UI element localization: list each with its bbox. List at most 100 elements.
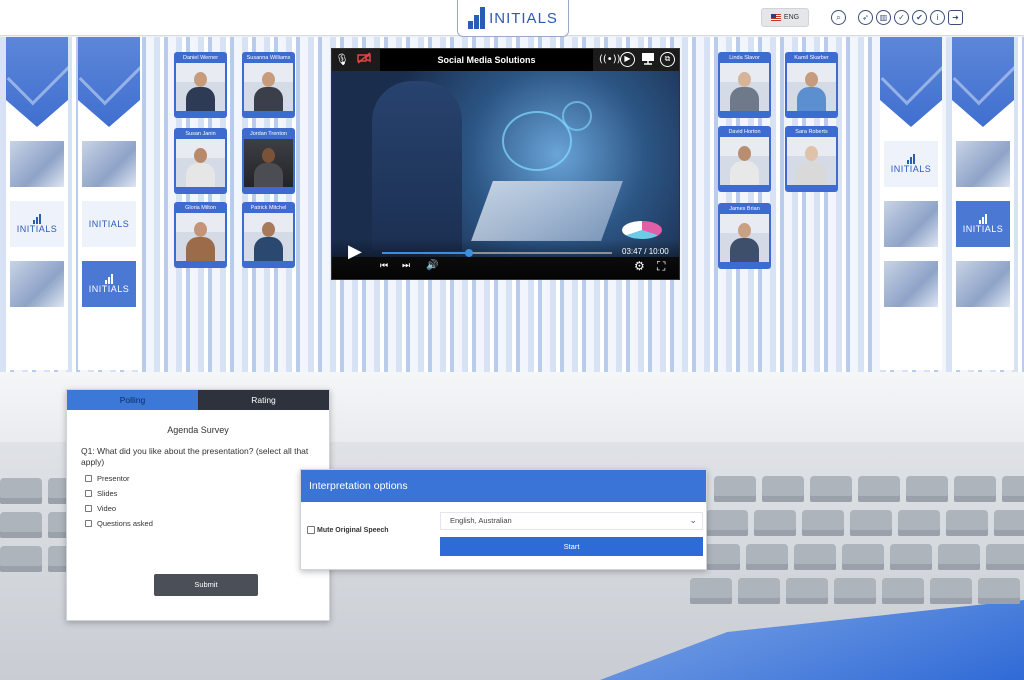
banner-image <box>10 141 64 187</box>
top-bar: INITIALS ENG ⌕ ➶ ▥ ✓ ✔ i ➜ <box>0 0 1024 37</box>
checkmark-icon[interactable]: ✓ <box>894 10 909 25</box>
search-icon[interactable]: ⌕ <box>831 10 846 25</box>
language-button[interactable]: ENG <box>761 8 809 27</box>
banner-image <box>884 201 938 247</box>
video-frame[interactable] <box>332 71 679 257</box>
participant-name: Daniel Werner <box>182 55 219 61</box>
settings-icon[interactable]: ⚙ <box>634 260 645 272</box>
participant-tile[interactable]: David Horton <box>718 126 771 192</box>
progress-bar[interactable] <box>382 249 612 257</box>
flag-icon <box>770 14 781 21</box>
participant-name: Susan Janin <box>185 131 216 137</box>
seat-row <box>690 578 1020 604</box>
logo-text: INITIALS <box>489 9 558 27</box>
language-select[interactable]: English, Australian ⌄ <box>440 512 703 530</box>
logout-icon[interactable]: ➜ <box>948 10 963 25</box>
banner-logo: INITIALS <box>956 201 1010 247</box>
navigate-icon[interactable]: ➶ <box>858 10 873 25</box>
copy-icon[interactable]: ⧉ <box>660 52 675 67</box>
participant-video <box>176 213 225 261</box>
participant-video <box>720 63 769 111</box>
poll-panel: Polling Rating Agenda Survey Q1: What di… <box>66 389 330 621</box>
poll-option[interactable]: Slides <box>85 489 329 498</box>
banner-image <box>10 261 64 307</box>
participant-tile[interactable]: Patrick Mitchel <box>242 202 295 268</box>
option-label: Slides <box>97 489 118 498</box>
volume-icon[interactable]: 🔊 <box>426 261 438 271</box>
play-button[interactable]: ▶ <box>348 243 362 261</box>
participant-tile[interactable]: James Brian <box>718 203 771 269</box>
stage-banner: INITIALS <box>880 37 942 370</box>
participant-tile[interactable]: Susan Janin <box>174 128 227 194</box>
interpretation-panel: Interpretation options Mute Original Spe… <box>300 469 707 570</box>
banner-image <box>884 261 938 307</box>
participant-tile[interactable]: Jordan Trenton <box>242 128 295 194</box>
app-logo[interactable]: INITIALS <box>457 0 569 37</box>
participant-tile[interactable]: Gloria Milton <box>174 202 227 268</box>
tab-rating[interactable]: Rating <box>198 390 329 410</box>
time-display: 03:47 / 10:00 <box>622 247 669 256</box>
poll-option[interactable]: Questions asked <box>85 519 329 528</box>
stage-banner: INITIALS <box>6 37 68 370</box>
fullscreen-icon[interactable]: ⛶ <box>657 260 665 272</box>
mute-checkbox[interactable] <box>307 526 315 534</box>
banner-logo: INITIALS <box>10 201 64 247</box>
checkbox[interactable] <box>85 520 92 527</box>
participant-video <box>244 213 293 261</box>
logo-icon <box>979 214 987 224</box>
skip-back-icon[interactable]: ⏮ <box>380 262 388 271</box>
seat-row <box>698 544 1024 570</box>
participant-tile[interactable]: Kamil Skarber <box>785 52 838 118</box>
play-circle-icon[interactable]: ▶ <box>620 52 635 67</box>
mute-label: Mute Original Speech <box>317 526 389 534</box>
progress-knob[interactable] <box>464 249 473 257</box>
video-player[interactable]: 🎙 Social Media Solutions ((•)) ▶ ⧉ ▶ 03:… <box>331 48 680 280</box>
participant-tile[interactable]: Sara Roberts <box>785 126 838 192</box>
skip-forward-icon[interactable]: ⏭ <box>402 262 410 271</box>
participant-name: Patrick Mitchel <box>250 205 287 211</box>
player-toolbar: 🎙 Social Media Solutions ((•)) ▶ ⧉ <box>332 49 679 71</box>
participant-video <box>720 137 769 185</box>
participant-tile[interactable]: Daniel Werner <box>174 52 227 118</box>
poll-question: Q1: What did you like about the presenta… <box>81 446 309 467</box>
participant-tile[interactable]: Linda Slavor <box>718 52 771 118</box>
info-icon[interactable]: i <box>930 10 945 25</box>
stage-banner: INITIALS <box>952 37 1014 370</box>
banner-logo: INITIALS <box>82 201 136 247</box>
stage-banner: INITIALS INITIALS <box>78 37 140 370</box>
poll-tabs: Polling Rating <box>67 390 329 410</box>
banner-logo: INITIALS <box>884 141 938 187</box>
poll-option[interactable]: Video <box>85 504 329 513</box>
tab-polling[interactable]: Polling <box>67 390 198 410</box>
option-label: Questions asked <box>97 519 153 528</box>
participant-name: Linda Slavor <box>729 55 760 61</box>
microphone-muted-icon[interactable]: 🎙 <box>334 52 350 68</box>
participant-video <box>176 63 225 111</box>
checkbox[interactable] <box>85 475 92 482</box>
option-label: Presentor <box>97 474 130 483</box>
participant-name: Kamil Skarber <box>794 55 829 61</box>
mute-original-speech[interactable]: Mute Original Speech <box>307 526 389 534</box>
participant-video <box>787 137 836 185</box>
participant-name: David Horton <box>728 129 761 135</box>
poll-option[interactable]: Presentor <box>85 474 329 483</box>
participant-name: Sara Roberts <box>795 129 828 135</box>
logo-icon <box>907 154 915 164</box>
participant-video <box>787 63 836 111</box>
checkbox[interactable] <box>85 505 92 512</box>
screen-share-icon[interactable] <box>640 52 656 68</box>
logo-icon <box>468 7 486 29</box>
checkmark-circle-icon[interactable]: ✔ <box>912 10 927 25</box>
checkbox[interactable] <box>85 490 92 497</box>
participant-name: James Brian <box>729 206 760 212</box>
participant-tile[interactable]: Susanna Williams <box>242 52 295 118</box>
start-button[interactable]: Start <box>440 537 703 556</box>
banner-image <box>82 141 136 187</box>
poll-icon[interactable]: ▥ <box>876 10 891 25</box>
camera-off-icon[interactable] <box>356 52 372 68</box>
poll-title: Agenda Survey <box>167 425 229 435</box>
participant-name: Jordan Trenton <box>250 131 287 137</box>
participant-video <box>244 139 293 187</box>
submit-button[interactable]: Submit <box>154 574 258 596</box>
broadcast-icon[interactable]: ((•)) <box>599 52 621 68</box>
